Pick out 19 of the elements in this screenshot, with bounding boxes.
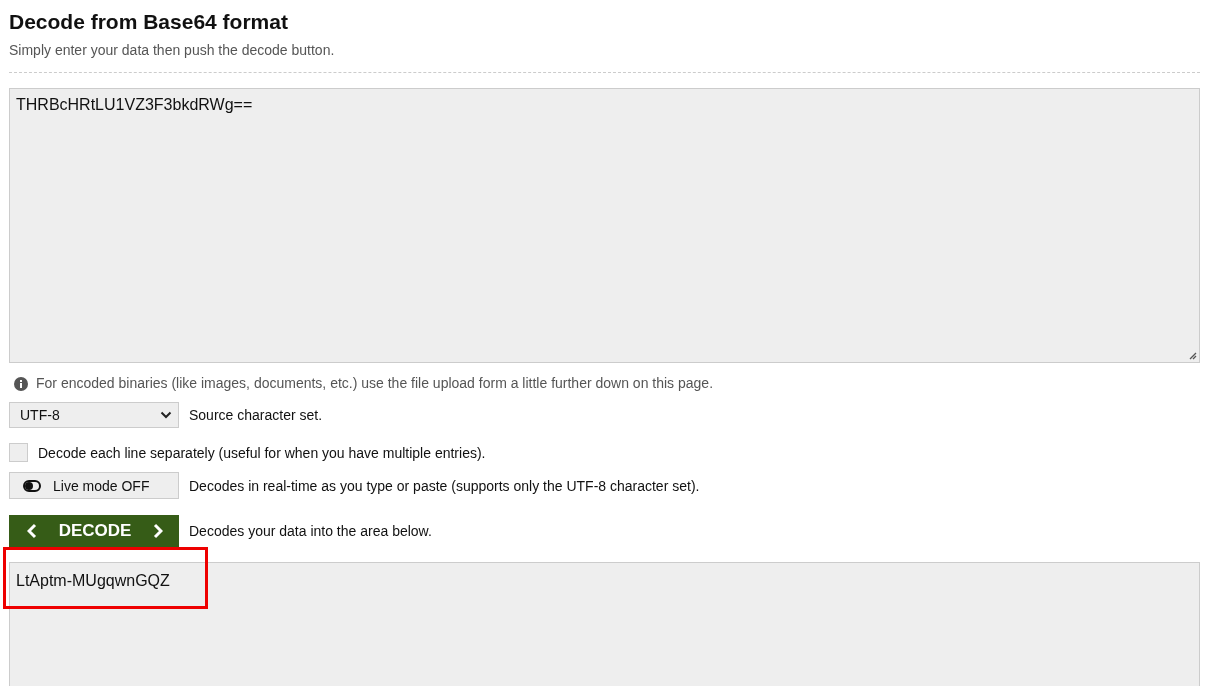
output-field[interactable]: LtAptm-MUgqwnGQZ <box>9 562 1200 686</box>
decode-description: Decodes your data into the area below. <box>189 523 432 539</box>
charset-select[interactable]: UTF-8 <box>9 402 179 428</box>
toggle-icon <box>23 479 41 492</box>
caret-icon <box>160 411 172 419</box>
checkbox[interactable] <box>9 443 28 462</box>
decode-button[interactable]: DECODE <box>9 515 179 547</box>
page-subtitle: Simply enter your data then push the decode button. <box>9 42 336 59</box>
input-field[interactable]: THRBcHRtLU1VZ3F3bkdRWg== <box>9 88 1200 363</box>
info-icon <box>14 376 28 391</box>
info-note: For encoded binaries (like images, documents, etc.) use the file upload form a little further down on this page. <box>36 375 714 392</box>
checkbox-label: Decode each line separately (useful for when you have multiple entries). <box>38 444 486 461</box>
live-mode-button[interactable]: Live mode OFF <box>9 472 179 499</box>
field-label: Source character set. <box>189 407 323 423</box>
chevron-right-icon <box>153 523 163 539</box>
page-title: Decode from Base64 format <box>9 10 289 34</box>
chevron-left-icon <box>27 523 37 539</box>
live-mode-description: Decodes in real-time as you type or paste (supports only the UTF-8 character set). <box>189 477 700 494</box>
resize-handle-icon[interactable] <box>1189 352 1197 360</box>
